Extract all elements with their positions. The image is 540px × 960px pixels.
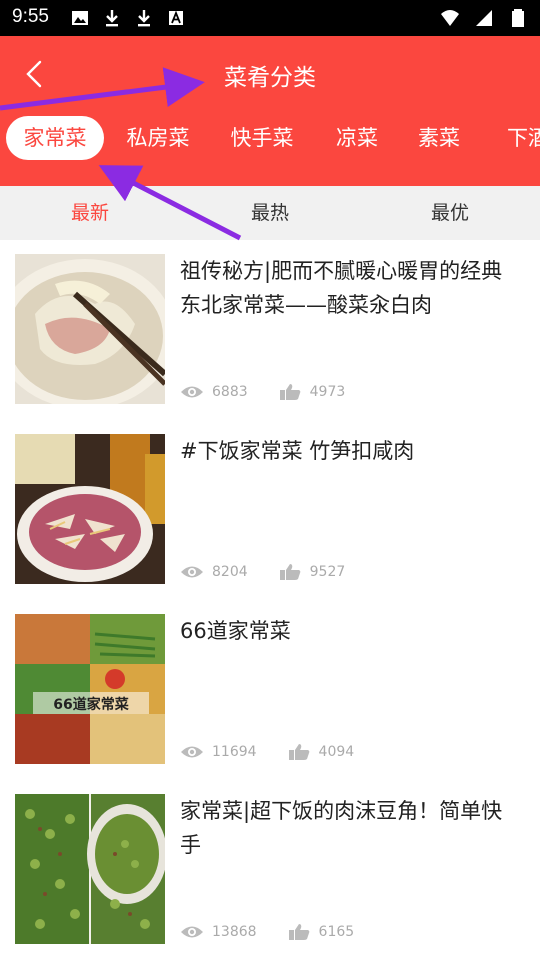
recipe-item[interactable]: 66道家常菜 66道家常菜 11694 4094 <box>0 600 540 780</box>
recipe-stats: 8204 9527 <box>180 563 375 581</box>
recipe-thumbnail <box>15 434 165 584</box>
recipe-stats: 6883 4973 <box>180 383 375 401</box>
sort-bar: 最新 最热 最优 <box>0 186 540 240</box>
category-tab-vegetarian[interactable]: 素菜 <box>412 116 466 160</box>
eye-icon <box>181 746 203 758</box>
wifi-icon <box>441 10 459 26</box>
eye-icon <box>181 566 203 578</box>
category-tab-home-style[interactable]: 家常菜 <box>6 116 104 160</box>
recipe-item[interactable]: #下饭家常菜 竹笋扣咸肉 8204 9527 <box>0 420 540 600</box>
category-tabs: 家常菜 私房菜 快手菜 凉菜 素菜 下酒 <box>0 116 540 162</box>
thumbs-up-icon <box>288 924 309 940</box>
recipe-item[interactable]: 家常菜|超下饭的肉沫豆角！简单快手 13868 6165 <box>0 780 540 960</box>
view-count: 6883 <box>212 384 248 400</box>
download-icon <box>138 10 150 27</box>
sort-tab-best[interactable]: 最优 <box>360 186 540 240</box>
recipe-title: #下饭家常菜 竹笋扣咸肉 <box>180 439 415 463</box>
sort-tab-newest[interactable]: 最新 <box>0 186 180 240</box>
like-count: 4973 <box>309 384 346 400</box>
thumbnail-caption: 66道家常菜 <box>53 696 129 713</box>
recipe-thumbnail <box>15 254 165 404</box>
page-title: 菜肴分类 <box>224 65 316 91</box>
recipe-stats: 11694 4094 <box>180 743 384 761</box>
recipe-title: 祖传秘方|肥而不腻暖心暖胃的经典东北家常菜——酸菜汆白肉 <box>180 259 503 317</box>
eye-icon <box>181 386 203 398</box>
thumbs-up-icon <box>279 384 300 400</box>
like-count: 9527 <box>309 564 346 580</box>
recipe-title: 家常菜|超下饭的肉沫豆角！简单快手 <box>180 799 503 857</box>
signal-icon <box>476 10 492 26</box>
view-count: 8204 <box>212 564 248 580</box>
recipe-item[interactable]: 祖传秘方|肥而不腻暖心暖胃的经典东北家常菜——酸菜汆白肉 6883 4973 <box>0 240 540 420</box>
sort-tab-hottest[interactable]: 最热 <box>180 186 360 240</box>
recipe-thumbnail <box>15 794 165 944</box>
text-icon <box>169 10 183 25</box>
recipe-title: 66道家常菜 <box>180 619 291 643</box>
view-count: 11694 <box>212 744 257 760</box>
eye-icon <box>181 926 203 938</box>
status-time: 9:55 <box>12 6 49 27</box>
header: 菜肴分类 家常菜 私房菜 快手菜 凉菜 素菜 下酒 <box>0 36 540 186</box>
category-tab-drinking[interactable]: 下酒 <box>498 116 540 160</box>
download-icon <box>106 10 118 27</box>
recipe-thumbnail: 66道家常菜 <box>15 614 165 764</box>
like-count: 4094 <box>318 744 355 760</box>
view-count: 13868 <box>212 924 257 940</box>
category-tab-quick[interactable]: 快手菜 <box>222 116 302 160</box>
image-icon <box>72 11 88 25</box>
category-tab-private[interactable]: 私房菜 <box>118 116 198 160</box>
thumbs-up-icon <box>279 564 300 580</box>
like-count: 6165 <box>318 924 355 940</box>
battery-icon <box>512 9 524 27</box>
thumbs-up-icon <box>288 744 309 760</box>
category-tab-cold[interactable]: 凉菜 <box>330 116 384 160</box>
recipe-stats: 13868 6165 <box>180 923 384 941</box>
status-bar: 9:55 <box>0 0 540 36</box>
